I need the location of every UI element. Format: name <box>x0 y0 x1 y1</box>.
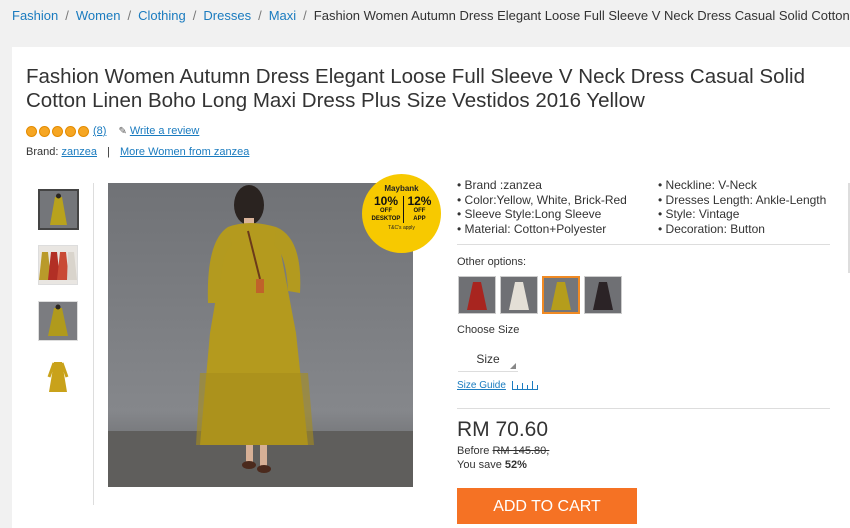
star-icon <box>52 125 63 137</box>
original-price-line: Before RM 145.80, <box>457 445 549 457</box>
promo-offers: 10% OFF DESKTOP 12% OFF APP <box>362 194 441 223</box>
original-price: RM 145.80, <box>492 445 550 457</box>
breadcrumb-separator: / <box>258 8 262 23</box>
specs-right-column: Neckline: V-Neck Dresses Length: Ankle-L… <box>658 178 850 236</box>
size-select[interactable]: Size <box>458 347 518 372</box>
breadcrumb-clothing[interactable]: Clothing <box>138 8 186 23</box>
ruler-icon <box>511 381 538 390</box>
spec-item: Dresses Length: Ankle-Length <box>658 193 850 208</box>
product-panel: Fashion Women Autumn Dress Elegant Loose… <box>12 47 850 528</box>
spec-item: Decoration: Button <box>658 222 850 237</box>
maybank-logo: Maybank <box>384 184 419 193</box>
spec-item: Sleeve Style:Long Sleeve <box>457 207 627 222</box>
current-price: RM 70.60 <box>457 418 549 441</box>
specs-left-column: Brand :zanzea Color:Yellow, White, Brick… <box>457 178 627 236</box>
promo-terms: T&C's apply <box>388 225 415 231</box>
pencil-icon: ✎ <box>118 125 127 137</box>
star-icon <box>65 125 76 137</box>
size-guide-link[interactable]: Size Guide <box>457 380 538 391</box>
product-specs: Brand :zanzea Color:Yellow, White, Brick… <box>457 178 827 236</box>
save-label: You save <box>457 459 502 471</box>
dress-photo <box>459 277 495 313</box>
before-label: Before <box>457 445 490 457</box>
promo-word: OFF <box>413 208 426 214</box>
thumbnail-4[interactable] <box>38 357 78 397</box>
divider <box>457 408 830 409</box>
dress-photo <box>39 358 77 396</box>
size-select-value: Size <box>476 352 500 366</box>
choose-size-label: Choose Size <box>457 324 520 336</box>
spec-item: Color:Yellow, White, Brick-Red <box>457 193 627 208</box>
maybank-promo-badge: Maybank 10% OFF DESKTOP 12% OFF APP T&C's ap… <box>362 174 441 253</box>
dropdown-corner-icon <box>510 363 516 369</box>
dress-photo <box>39 246 77 284</box>
option-swatch-black[interactable] <box>584 276 622 314</box>
rating-count-link[interactable]: (8) <box>93 125 106 137</box>
breadcrumb-separator: / <box>127 8 132 23</box>
thumbnail-2[interactable] <box>38 245 78 285</box>
thumbnail-3[interactable] <box>38 301 78 341</box>
write-review-link[interactable]: Write a review <box>130 125 199 137</box>
spec-item: Neckline: V-Neck <box>658 178 850 193</box>
other-options-label: Other options: <box>457 256 527 268</box>
star-icon <box>78 125 89 137</box>
brand-line: Brand: zanzea | More Women from zanzea <box>26 146 249 158</box>
star-icon <box>26 125 37 137</box>
promo-pct: 12% <box>407 194 432 208</box>
dress-photo <box>544 278 578 312</box>
breadcrumb-women[interactable]: Women <box>76 8 121 23</box>
star-icon <box>39 125 50 137</box>
promo-sub: APP <box>413 216 426 222</box>
promo-offer-app: 12% OFF APP <box>403 194 434 223</box>
brand-label: Brand: <box>26 146 59 158</box>
brand-link[interactable]: zanzea <box>61 146 96 158</box>
promo-sub: DESKTOP <box>371 216 401 222</box>
spec-item: Brand :zanzea <box>457 178 627 193</box>
promo-pct: 10% <box>373 194 398 208</box>
breadcrumb: Fashion / Women / Clothing / Dresses / Maxi / Fash… <box>12 8 850 26</box>
breadcrumb-current: Fashion Women Autumn Dress Elegant Loose… <box>313 8 850 23</box>
save-percent: 52% <box>504 459 527 471</box>
option-swatch-yellow[interactable] <box>542 276 580 314</box>
breadcrumb-dresses[interactable]: Dresses <box>203 8 251 23</box>
spec-item: Style: Vintage <box>658 207 850 222</box>
promo-word: OFF <box>379 208 392 214</box>
breadcrumb-fashion[interactable]: Fashion <box>12 8 58 23</box>
breadcrumb-separator: / <box>303 8 307 23</box>
option-swatch-white[interactable] <box>500 276 538 314</box>
size-guide-label: Size Guide <box>457 380 506 391</box>
dress-photo <box>40 191 77 228</box>
spec-item: Material: Cotton+Polyester <box>457 222 627 237</box>
dress-photo <box>585 277 621 313</box>
divider <box>457 244 830 245</box>
savings-line: You save 52% <box>457 459 527 471</box>
divider: | <box>107 146 110 158</box>
divider <box>93 183 94 505</box>
dress-photo <box>39 302 77 340</box>
product-title: Fashion Women Autumn Dress Elegant Loose… <box>26 65 805 112</box>
thumbnail-1[interactable] <box>38 189 79 230</box>
breadcrumb-maxi[interactable]: Maxi <box>269 8 296 23</box>
more-from-brand-link[interactable]: More Women from zanzea <box>120 146 249 158</box>
rating-row: (8) ✎ Write a review <box>26 125 199 137</box>
add-to-cart-button[interactable]: ADD TO CART <box>457 488 637 524</box>
breadcrumb-separator: / <box>192 8 197 23</box>
promo-offer-desktop: 10% OFF DESKTOP <box>369 194 404 223</box>
breadcrumb-separator: / <box>65 8 69 23</box>
option-swatch-red[interactable] <box>458 276 496 314</box>
dress-photo <box>501 277 537 313</box>
